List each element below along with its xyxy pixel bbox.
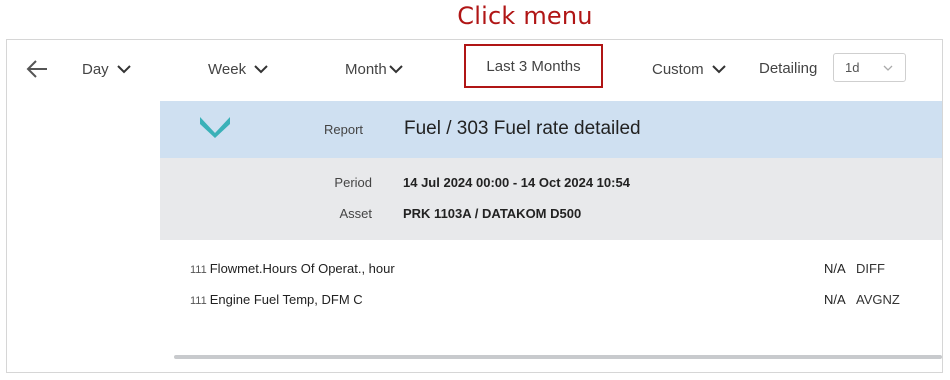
custom-dropdown[interactable]: Custom bbox=[652, 56, 726, 82]
last-3-months-button[interactable]: Last 3 Months bbox=[464, 44, 603, 88]
chevron-down-icon bbox=[711, 65, 726, 74]
asset-label: Asset bbox=[339, 206, 372, 221]
report-meta: Period 14 Jul 2024 00:00 - 14 Oct 2024 1… bbox=[160, 158, 942, 240]
period-toolbar: Day Week Month Last 3 Months Custom Deta… bbox=[7, 40, 942, 98]
row-function: AVGNZ bbox=[856, 292, 900, 307]
chevron-down-icon bbox=[883, 65, 893, 71]
horizontal-scrollbar[interactable] bbox=[174, 355, 942, 359]
detailing-value: 1d bbox=[845, 60, 860, 75]
day-label: Day bbox=[82, 60, 109, 78]
report-panel: Report Fuel / 303 Fuel rate detailed Per… bbox=[160, 101, 942, 372]
report-title: Fuel / 303 Fuel rate detailed bbox=[404, 118, 641, 139]
row-name: Engine Fuel Temp, DFM C bbox=[209, 292, 363, 307]
period-value: 14 Jul 2024 00:00 - 14 Oct 2024 10:54 bbox=[403, 175, 630, 190]
report-window: Day Week Month Last 3 Months Custom Deta… bbox=[6, 39, 943, 373]
custom-label: Custom bbox=[652, 60, 704, 78]
list-item: 111 Flowmet.Hours Of Operat., hour N/A DI… bbox=[190, 261, 910, 281]
parameter-list: 111 Flowmet.Hours Of Operat., hour N/A DI… bbox=[160, 240, 942, 360]
last-3-months-label: Last 3 Months bbox=[486, 57, 581, 75]
report-label: Report bbox=[324, 122, 364, 137]
day-dropdown[interactable]: Day bbox=[82, 56, 131, 82]
detailing-label: Detailing bbox=[759, 60, 818, 77]
chevron-down-icon bbox=[116, 65, 131, 74]
week-dropdown[interactable]: Week bbox=[208, 56, 268, 82]
row-function: DIFF bbox=[856, 261, 885, 276]
list-item: 111 Engine Fuel Temp, DFM C N/A AVGNZ bbox=[190, 292, 910, 312]
chevron-down-icon bbox=[254, 65, 268, 74]
row-number: 111 bbox=[190, 295, 207, 307]
month-label: Month bbox=[345, 60, 387, 78]
back-arrow-icon[interactable] bbox=[25, 58, 49, 80]
row-value: N/A bbox=[824, 292, 846, 307]
collapse-chevron-icon[interactable] bbox=[198, 115, 232, 139]
period-label: Period bbox=[334, 175, 372, 190]
chevron-down-icon bbox=[388, 65, 403, 74]
week-label: Week bbox=[208, 60, 247, 78]
row-number: 111 bbox=[190, 264, 207, 276]
detailing-select[interactable]: 1d bbox=[833, 53, 906, 82]
month-dropdown[interactable]: Month bbox=[345, 56, 403, 82]
report-header: Report Fuel / 303 Fuel rate detailed bbox=[160, 101, 942, 158]
row-value: N/A bbox=[824, 261, 846, 276]
row-name: Flowmet.Hours Of Operat., hour bbox=[209, 261, 395, 276]
click-menu-annotation: Click menu bbox=[457, 2, 593, 30]
asset-value: PRK 1103A / DATAKOM D500 bbox=[403, 206, 582, 221]
